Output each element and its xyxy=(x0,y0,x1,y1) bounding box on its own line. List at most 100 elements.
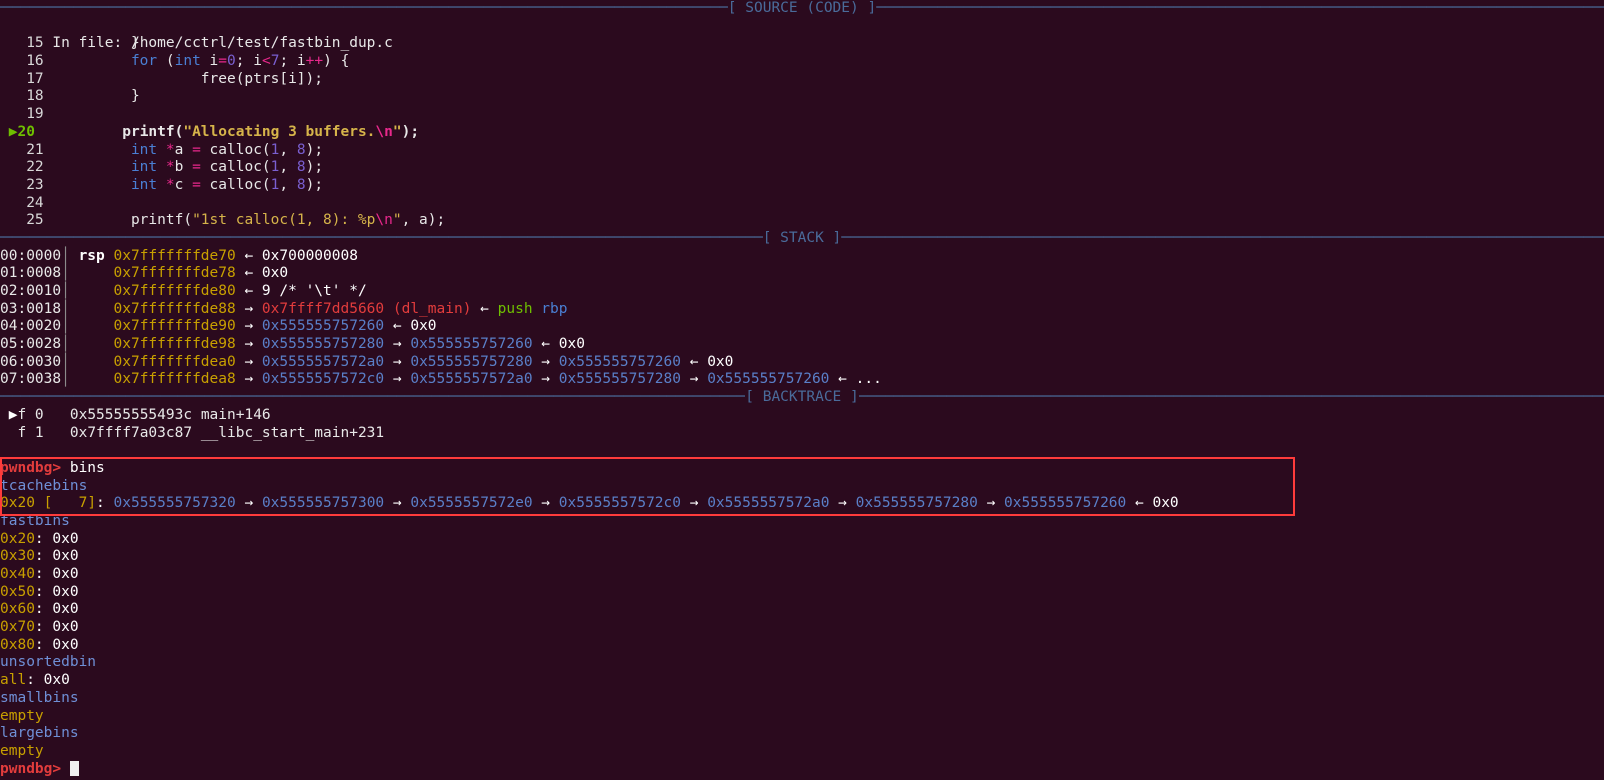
stack-token: 0x7fffffffdea0 xyxy=(113,353,236,370)
code-token: 8 xyxy=(296,159,306,176)
frame-id: f 0 xyxy=(17,406,70,423)
unsortedbin-entry-line: all: 0x0 xyxy=(0,672,1604,690)
frame-symbol: __libc_start_main+231 xyxy=(200,424,385,441)
source-line: 16 for (int i=0; i<7; i++) { xyxy=(0,53,1604,71)
backtrace-frame: ▶f 0 0x55555555493c main+146 xyxy=(0,407,1604,425)
backtrace-frame: f 1 0x7ffff7a03c87 __libc_start_main+231 xyxy=(0,425,1604,443)
frame-symbol: main+146 xyxy=(200,406,271,423)
code-token: ++ xyxy=(305,53,324,70)
code-token: a xyxy=(174,141,193,158)
code-token: " xyxy=(392,212,402,229)
fastbin-value: 0x0 xyxy=(52,530,79,547)
colon: : xyxy=(26,672,44,689)
stack-register xyxy=(70,354,114,370)
console-final-prompt-line[interactable]: pwndbg> xyxy=(0,760,1604,779)
fastbins-entry-line: 0x70: 0x0 xyxy=(0,619,1604,637)
chain-arrow: → xyxy=(829,495,856,512)
stack-token: 0x0 xyxy=(410,318,437,335)
unsortedbin-value: 0x0 xyxy=(43,672,70,689)
stack-token: ← xyxy=(235,265,262,282)
fastbins-entry-line: 0x40: 0x0 xyxy=(0,566,1604,584)
stack-token: 0x555555757280 xyxy=(261,336,385,353)
code-token: } xyxy=(61,35,140,52)
fastbin-size: 0x40 xyxy=(0,566,35,582)
fastbin-value: 0x0 xyxy=(52,619,79,636)
code-token: , xyxy=(279,176,297,193)
code-token: "1st calloc(1, 8): %p xyxy=(192,212,376,229)
console-output[interactable]: pwndbg> bins tcachebins 0x20 [ 7]: 0x55555… xyxy=(0,442,1604,778)
stack-token: 0x555555757280 xyxy=(410,353,533,370)
pwndbg-prompt: pwndbg> xyxy=(0,459,62,476)
fastbin-size: 0x60 xyxy=(0,601,35,618)
tcachebins-header: tcachebins xyxy=(0,477,88,494)
rule-left: ────────────────────────────────────────… xyxy=(0,389,746,406)
stack-offset: 07:0038 xyxy=(0,371,62,388)
stack-row: 07:0038│ 0x7fffffffdea8 → 0x5555557572c0… xyxy=(0,371,1604,389)
code-token: * xyxy=(165,141,175,158)
stack-token: ← xyxy=(829,371,856,388)
line-number: 22 xyxy=(0,159,62,176)
code-token: int xyxy=(130,141,158,158)
stack-token: 0x555555757260 xyxy=(558,353,681,370)
code-token: ); xyxy=(305,159,324,176)
frame-id: f 1 xyxy=(17,424,70,441)
source-line: 24 xyxy=(0,195,1604,213)
code-token: ); xyxy=(305,176,324,193)
fastbins-entry-line: 0x80: 0x0 xyxy=(0,637,1604,655)
source-file-path-line: In file: /home/cctrl/test/fastbin_dup.c xyxy=(0,18,1604,51)
line-number: 21 xyxy=(0,141,62,158)
section-header-backtrace: ────────────────────────────────────────… xyxy=(0,389,1604,407)
stack-token: 0x7fffffffde88 xyxy=(113,300,236,317)
bracket-close: ] xyxy=(87,495,97,512)
section-header-source: ────────────────────────────────────────… xyxy=(0,0,1604,18)
stack-token: rbp xyxy=(541,300,568,317)
fastbin-size: 0x30 xyxy=(0,548,35,565)
stack-token: ← xyxy=(471,300,498,317)
stack-divider: │ xyxy=(61,336,70,353)
fastbins-entry-line: 0x30: 0x0 xyxy=(0,548,1604,566)
backtrace-section-label: [ BACKTRACE ] xyxy=(745,389,859,406)
tcache-chunk-address: 0x5555557572a0 xyxy=(707,495,830,512)
stack-offset: 01:0008 xyxy=(0,265,62,282)
stack-token: push xyxy=(497,300,542,317)
chain-arrow: → xyxy=(977,495,1005,512)
code-token: calloc( xyxy=(200,141,271,158)
code-token: calloc( xyxy=(200,176,271,193)
stack-offset: 02:0010 xyxy=(0,283,62,299)
stack-divider: │ xyxy=(61,283,70,299)
stack-token: 0x5555557572c0 xyxy=(261,371,385,388)
unsortedbin-key: all xyxy=(0,672,27,689)
stack-row: 04:0020│ 0x7fffffffde90 → 0x555555757260… xyxy=(0,318,1604,336)
stack-token: ← xyxy=(532,336,559,353)
stack-token: 0x5555557572a0 xyxy=(261,353,385,370)
code-token: free(ptrs[i]); xyxy=(61,70,324,87)
code-token: 8 xyxy=(296,176,306,193)
unsortedbin-header: unsortedbin xyxy=(0,654,97,671)
code-token: printf( xyxy=(61,212,193,229)
stack-token: → xyxy=(235,336,262,353)
stack-offset: 03:0018 xyxy=(0,300,62,317)
code-token: int xyxy=(130,176,158,193)
line-number: 17 xyxy=(0,70,62,87)
source-section-label: [ SOURCE (CODE) ] xyxy=(727,0,877,16)
stack-token: 0x7fffffffde90 xyxy=(113,318,236,335)
frame-address: 0x55555555493c xyxy=(69,406,201,423)
line-number: 25 xyxy=(0,212,62,229)
tcache-tail-value: 0x0 xyxy=(1152,495,1179,512)
bracket-open: [ xyxy=(34,495,53,512)
smallbins-empty-text: empty xyxy=(0,707,44,724)
colon: : xyxy=(96,495,114,512)
code-token: = xyxy=(192,159,201,176)
tcache-chunk-address: 0x555555757280 xyxy=(855,495,978,512)
stack-divider: │ xyxy=(61,371,70,388)
code-token: for xyxy=(130,53,158,70)
stack-token: → xyxy=(532,371,559,388)
pwndbg-terminal: ────────────────────────────────────────… xyxy=(0,0,1604,780)
code-token: } xyxy=(61,88,140,105)
line-number: 16 xyxy=(0,53,62,70)
frame-marker xyxy=(0,425,17,441)
